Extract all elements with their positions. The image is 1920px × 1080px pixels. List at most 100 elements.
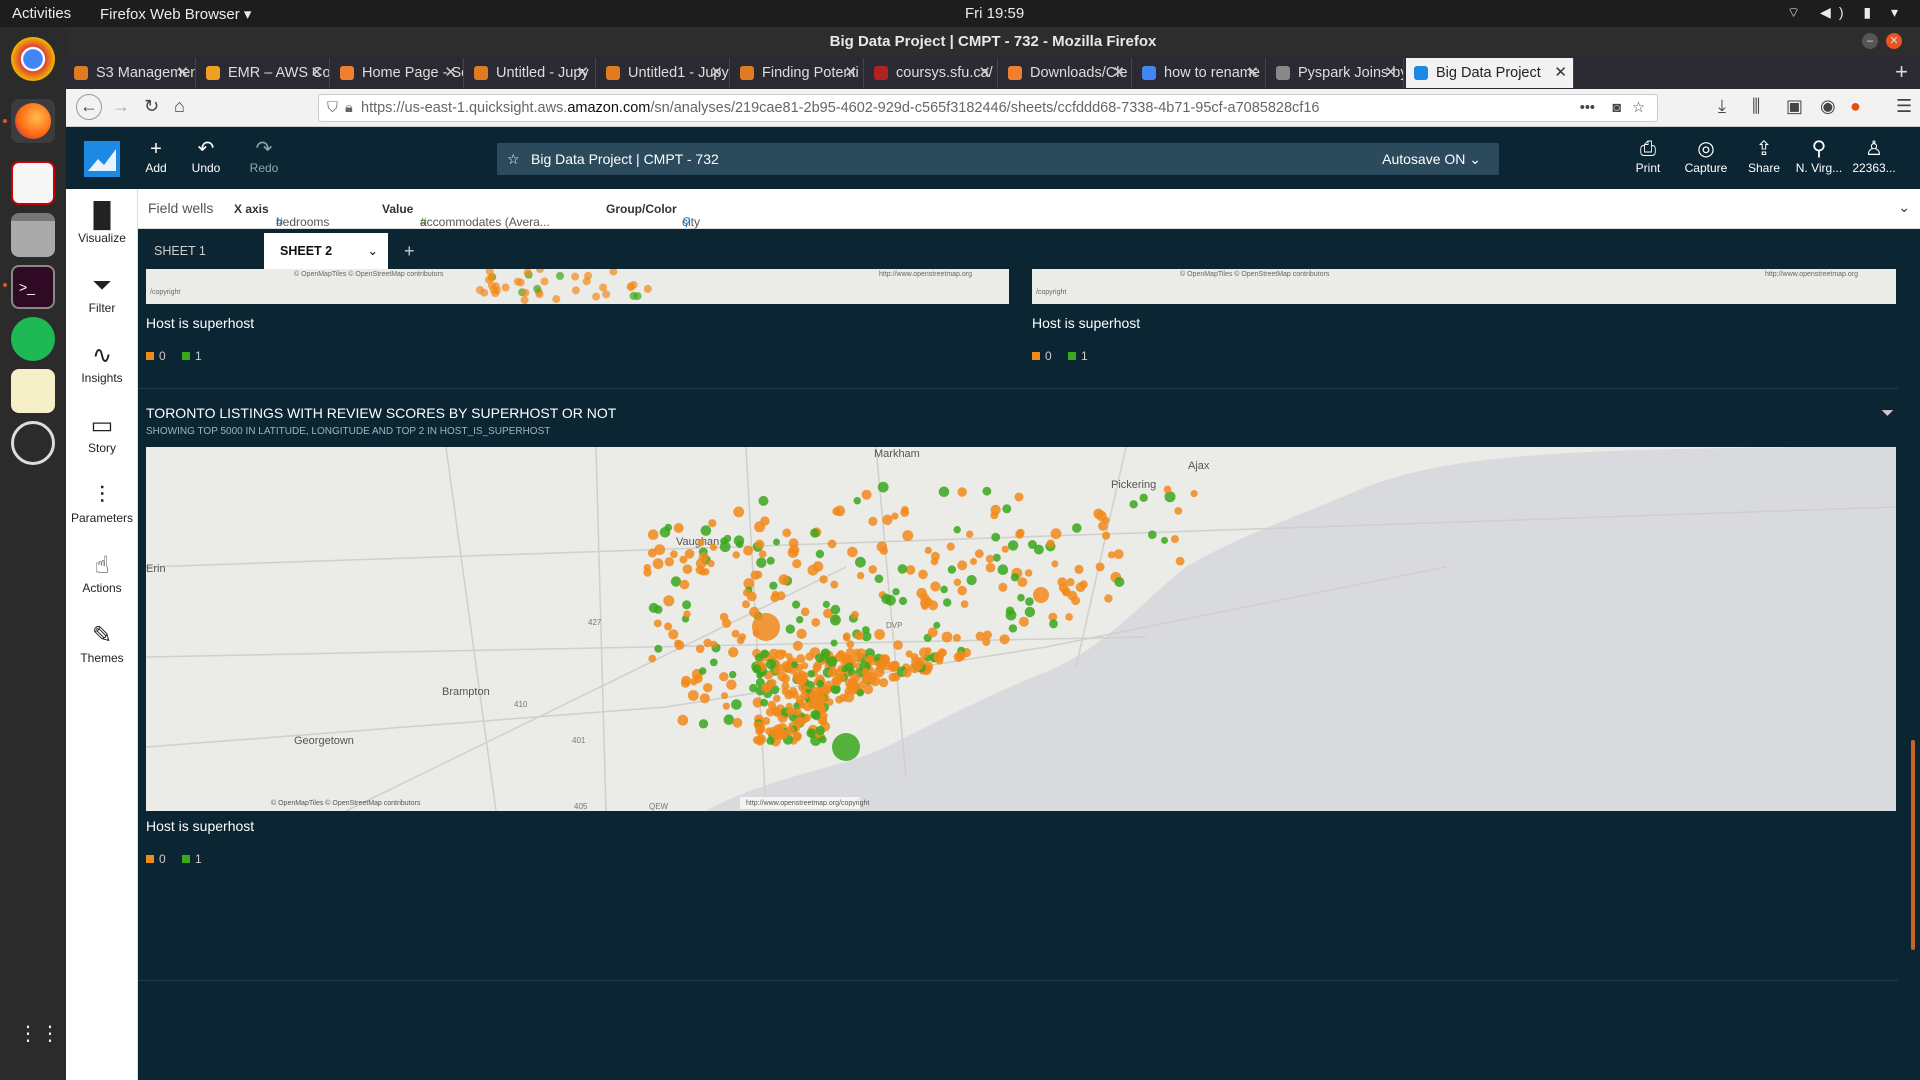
print-button[interactable]: ⎙ Print: [1618, 137, 1678, 175]
new-tab-icon[interactable]: +: [1895, 59, 1908, 85]
close-tab-icon[interactable]: ✕: [176, 58, 189, 88]
library-icon[interactable]: ⫼: [1752, 96, 1760, 117]
home-icon[interactable]: ⌂: [174, 96, 185, 117]
filter-icon[interactable]: ⏷: [1881, 405, 1894, 423]
browser-tab[interactable]: how to rename ✕: [1134, 58, 1266, 88]
page-actions-icon[interactable]: •••: [1580, 95, 1595, 121]
parameters-button[interactable]: ⫶ Parameters: [66, 481, 138, 525]
browser-tab[interactable]: Finding Potenti ✕: [732, 58, 864, 88]
browser-tab[interactable]: coursys.sfu.ca/✕: [866, 58, 998, 88]
browser-tab[interactable]: Downloads/Cle ✕: [1000, 58, 1132, 88]
terminal-icon[interactable]: >_: [11, 265, 55, 309]
close-tab-icon[interactable]: ✕: [444, 58, 457, 88]
files-icon[interactable]: [11, 213, 55, 257]
insights-button[interactable]: ∿ Insights: [66, 341, 138, 385]
minimize-icon[interactable]: –: [1862, 33, 1878, 49]
browser-tab[interactable]: Untitled - Jupy ✕: [466, 58, 596, 88]
tab-sheet-1[interactable]: SHEET 1: [138, 233, 262, 269]
close-tab-icon[interactable]: ✕: [1554, 58, 1567, 88]
close-tab-icon[interactable]: ✕: [844, 58, 857, 88]
browser-tab[interactable]: Pyspark Joins by E✕: [1268, 58, 1404, 88]
osm-link[interactable]: http://www.openstreetmap.org: [1765, 271, 1858, 278]
chevron-down-icon[interactable]: ⌄: [368, 233, 378, 269]
downloads-icon[interactable]: ⤓: [1718, 96, 1726, 117]
analysis-name-field[interactable]: ☆ Big Data Project | CMPT - 732 Autosave…: [497, 143, 1499, 175]
bookmark-star-icon[interactable]: ☆: [1632, 95, 1645, 121]
map-area[interactable]: MarkhamAjaxPickeringVaughanErinBramptonG…: [146, 447, 1896, 811]
browser-tab[interactable]: Untitled1 - Jupy ✕: [598, 58, 730, 88]
browser-tab[interactable]: EMR – AWS Con ✕: [198, 58, 330, 88]
share-button[interactable]: ⇪ Share: [1734, 137, 1794, 175]
listing-point: [905, 565, 916, 575]
actions-button[interactable]: ☝ Actions: [66, 551, 138, 595]
story-button[interactable]: ▭ Story: [66, 411, 138, 455]
expand-wells-icon[interactable]: ⌄: [1898, 199, 1910, 216]
legend-item-1[interactable]: 1: [182, 349, 202, 363]
legend-item-0[interactable]: 0: [146, 852, 166, 866]
close-tab-icon[interactable]: ✕: [310, 58, 323, 88]
firefox-icon[interactable]: [11, 99, 55, 143]
vertical-scrollbar[interactable]: [1911, 740, 1915, 950]
activities-button[interactable]: Activities: [12, 5, 71, 22]
forward-icon[interactable]: →: [112, 96, 130, 117]
map-visual-top-right[interactable]: © OpenMapTiles © OpenStreetMap contribut…: [1024, 269, 1912, 389]
close-tab-icon[interactable]: ✕: [1384, 58, 1397, 88]
add-sheet-icon[interactable]: +: [404, 233, 415, 269]
account-icon[interactable]: ◉: [1820, 96, 1836, 117]
close-tab-icon[interactable]: ✕: [576, 58, 589, 88]
extension-icon[interactable]: ●: [1850, 96, 1861, 117]
browser-tab[interactable]: Big Data Project ✕: [1406, 58, 1574, 88]
tab-sheet-2[interactable]: SHEET 2 ⌄: [264, 233, 388, 269]
favorite-star-icon[interactable]: ☆: [507, 143, 520, 175]
system-tray-icons[interactable]: ⌔ ◀) ▮ ▾: [1787, 4, 1906, 22]
clock[interactable]: Fri 19:59: [965, 5, 1024, 22]
map-area[interactable]: © OpenMapTiles © OpenStreetMap contribut…: [146, 269, 1009, 304]
share-icon: ⇪: [1755, 138, 1773, 160]
autosave-dropdown[interactable]: Autosave ON ⌄: [1382, 143, 1481, 175]
spotify-icon[interactable]: [11, 317, 55, 361]
app-menu[interactable]: Firefox Web Browser ▾: [100, 5, 251, 23]
close-tab-icon[interactable]: ✕: [1112, 58, 1125, 88]
camera-icon: ◎: [1697, 138, 1715, 160]
listing-point: [851, 610, 859, 619]
legend-item-0[interactable]: 0: [1032, 349, 1052, 363]
close-tab-icon[interactable]: ✕: [1246, 58, 1259, 88]
region-button[interactable]: ⚲ N. Virg...: [1789, 137, 1849, 175]
main-map-visual[interactable]: TORONTO LISTINGS WITH REVIEW SCORES BY S…: [146, 405, 1898, 979]
osm-link[interactable]: http://www.openstreetmap.org: [879, 271, 972, 278]
themes-button[interactable]: ✎ Themes: [66, 621, 138, 665]
listing-point-superhost: [820, 648, 831, 658]
menu-icon[interactable]: ☰: [1896, 96, 1912, 117]
listing-point: [1071, 596, 1081, 606]
browser-tab[interactable]: Home Page - Se ✕: [332, 58, 464, 88]
back-icon[interactable]: ←: [76, 94, 102, 120]
web-tool-icon[interactable]: [11, 421, 55, 465]
pocket-icon[interactable]: ◙: [1612, 95, 1621, 121]
legend-item-0[interactable]: 0: [146, 349, 166, 363]
chrome-icon[interactable]: [11, 37, 55, 81]
visualize-button[interactable]: ▐▌ Visualize: [66, 201, 138, 245]
sidebar-icon[interactable]: ▣: [1786, 96, 1803, 117]
map-visual-top-left[interactable]: © OpenMapTiles © OpenStreetMap contribut…: [146, 269, 1022, 389]
quicksight-logo-icon[interactable]: [84, 141, 120, 177]
text-editor-icon[interactable]: [11, 161, 55, 205]
user-button[interactable]: ♙ 22363...: [1844, 137, 1904, 175]
undo-button[interactable]: ↶ Undo: [176, 137, 236, 175]
redo-button[interactable]: ↷ Redo: [234, 137, 294, 175]
close-tab-icon[interactable]: ✕: [710, 58, 723, 88]
close-window-icon[interactable]: ✕: [1886, 33, 1902, 49]
capture-button[interactable]: ◎ Capture: [1676, 137, 1736, 175]
field-wells-bar[interactable]: Field wells X axis # bedrooms Value # ac…: [138, 189, 1920, 229]
legend-item-1[interactable]: 1: [182, 852, 202, 866]
url-bar[interactable]: ⛉ 🔒︎ https://us-east-1.quicksight.aws.am…: [318, 94, 1658, 122]
reload-icon[interactable]: ↻: [144, 96, 159, 117]
road-shield-label: 410: [514, 700, 528, 709]
close-tab-icon[interactable]: ✕: [978, 58, 991, 88]
browser-tab[interactable]: S3 Management ✕: [66, 58, 196, 88]
filter-button[interactable]: ⏷ Filter: [66, 271, 138, 315]
listing-point-superhost: [654, 644, 663, 653]
map-area[interactable]: © OpenMapTiles © OpenStreetMap contribut…: [1032, 269, 1896, 304]
actions-label: Actions: [82, 581, 122, 595]
legend-item-1[interactable]: 1: [1068, 349, 1088, 363]
notes-icon[interactable]: [11, 369, 55, 413]
